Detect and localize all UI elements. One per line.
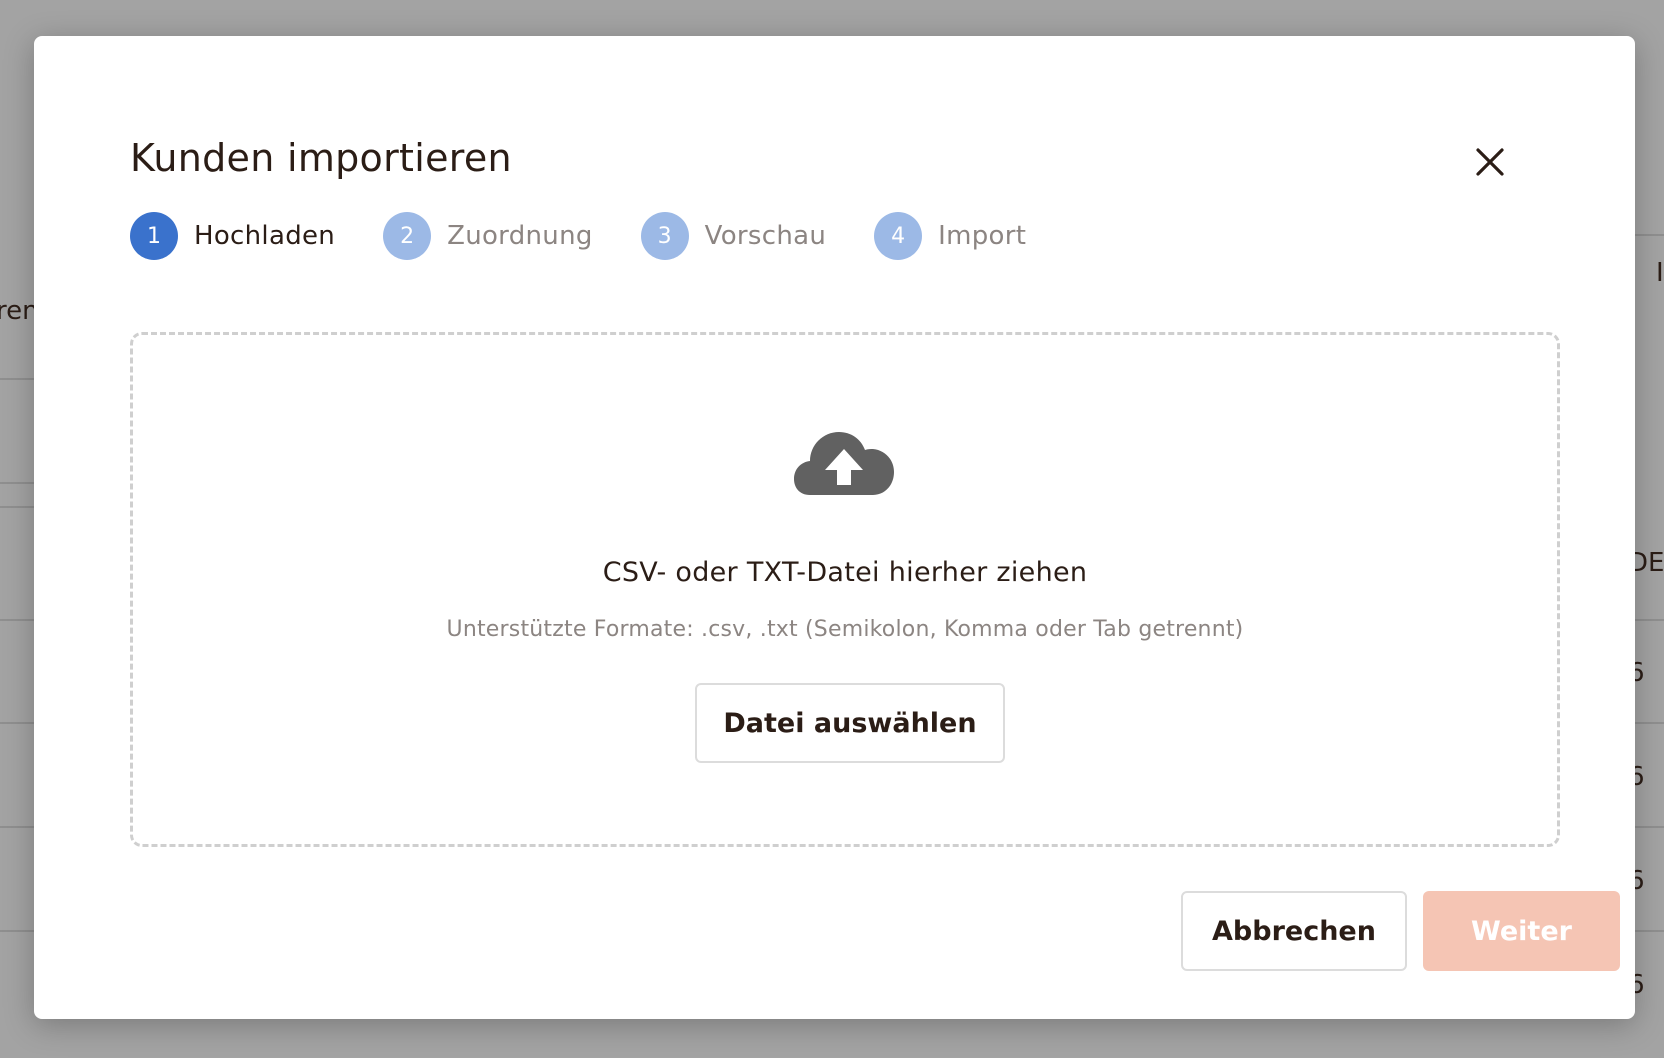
background-divider	[1634, 619, 1664, 621]
background-text: ren	[0, 296, 39, 326]
close-icon	[1476, 148, 1504, 176]
background-divider	[0, 482, 34, 484]
step-preview: 3 Vorschau	[640, 212, 827, 260]
background-divider	[1634, 722, 1664, 724]
background-divider	[0, 826, 34, 828]
step-number: 1	[130, 212, 178, 260]
step-label: Zuordnung	[447, 221, 593, 251]
next-button[interactable]: Weiter	[1423, 891, 1620, 971]
dialog-title: Kunden importieren	[130, 136, 512, 180]
background-divider	[0, 619, 34, 621]
dropzone-title: CSV- oder TXT-Datei hierher ziehen	[602, 557, 1088, 588]
step-number: 2	[383, 212, 432, 260]
step-upload: 1 Hochladen	[130, 212, 335, 260]
import-customers-dialog: Kunden importieren 1 Hochladen 2 Zuordnu…	[34, 36, 1635, 1019]
step-label: Import	[938, 221, 1027, 251]
background-divider	[0, 378, 34, 380]
step-mapping: 2 Zuordnung	[383, 212, 593, 260]
background-divider	[1634, 826, 1664, 828]
step-import: 4 Import	[874, 212, 1026, 260]
background-divider	[0, 722, 34, 724]
file-dropzone[interactable]: CSV- oder TXT-Datei hierher ziehen Unter…	[130, 332, 1560, 847]
import-stepper: 1 Hochladen 2 Zuordnung 3 Vorschau 4 Imp…	[130, 212, 1074, 260]
step-label: Vorschau	[704, 221, 827, 251]
step-number: 3	[640, 212, 689, 260]
background-divider	[1634, 930, 1664, 932]
dropzone-subtitle: Unterstützte Formate: .csv, .txt (Semiko…	[446, 617, 1244, 642]
background-text: I	[1656, 258, 1664, 288]
choose-file-button[interactable]: Datei auswählen	[695, 683, 1005, 763]
background-divider	[0, 506, 34, 508]
background-divider	[0, 930, 34, 932]
step-label: Hochladen	[194, 221, 336, 251]
step-number: 4	[874, 212, 923, 260]
cloud-upload-icon	[794, 432, 894, 495]
cancel-button[interactable]: Abbrechen	[1181, 891, 1407, 971]
close-button[interactable]	[1468, 140, 1512, 184]
